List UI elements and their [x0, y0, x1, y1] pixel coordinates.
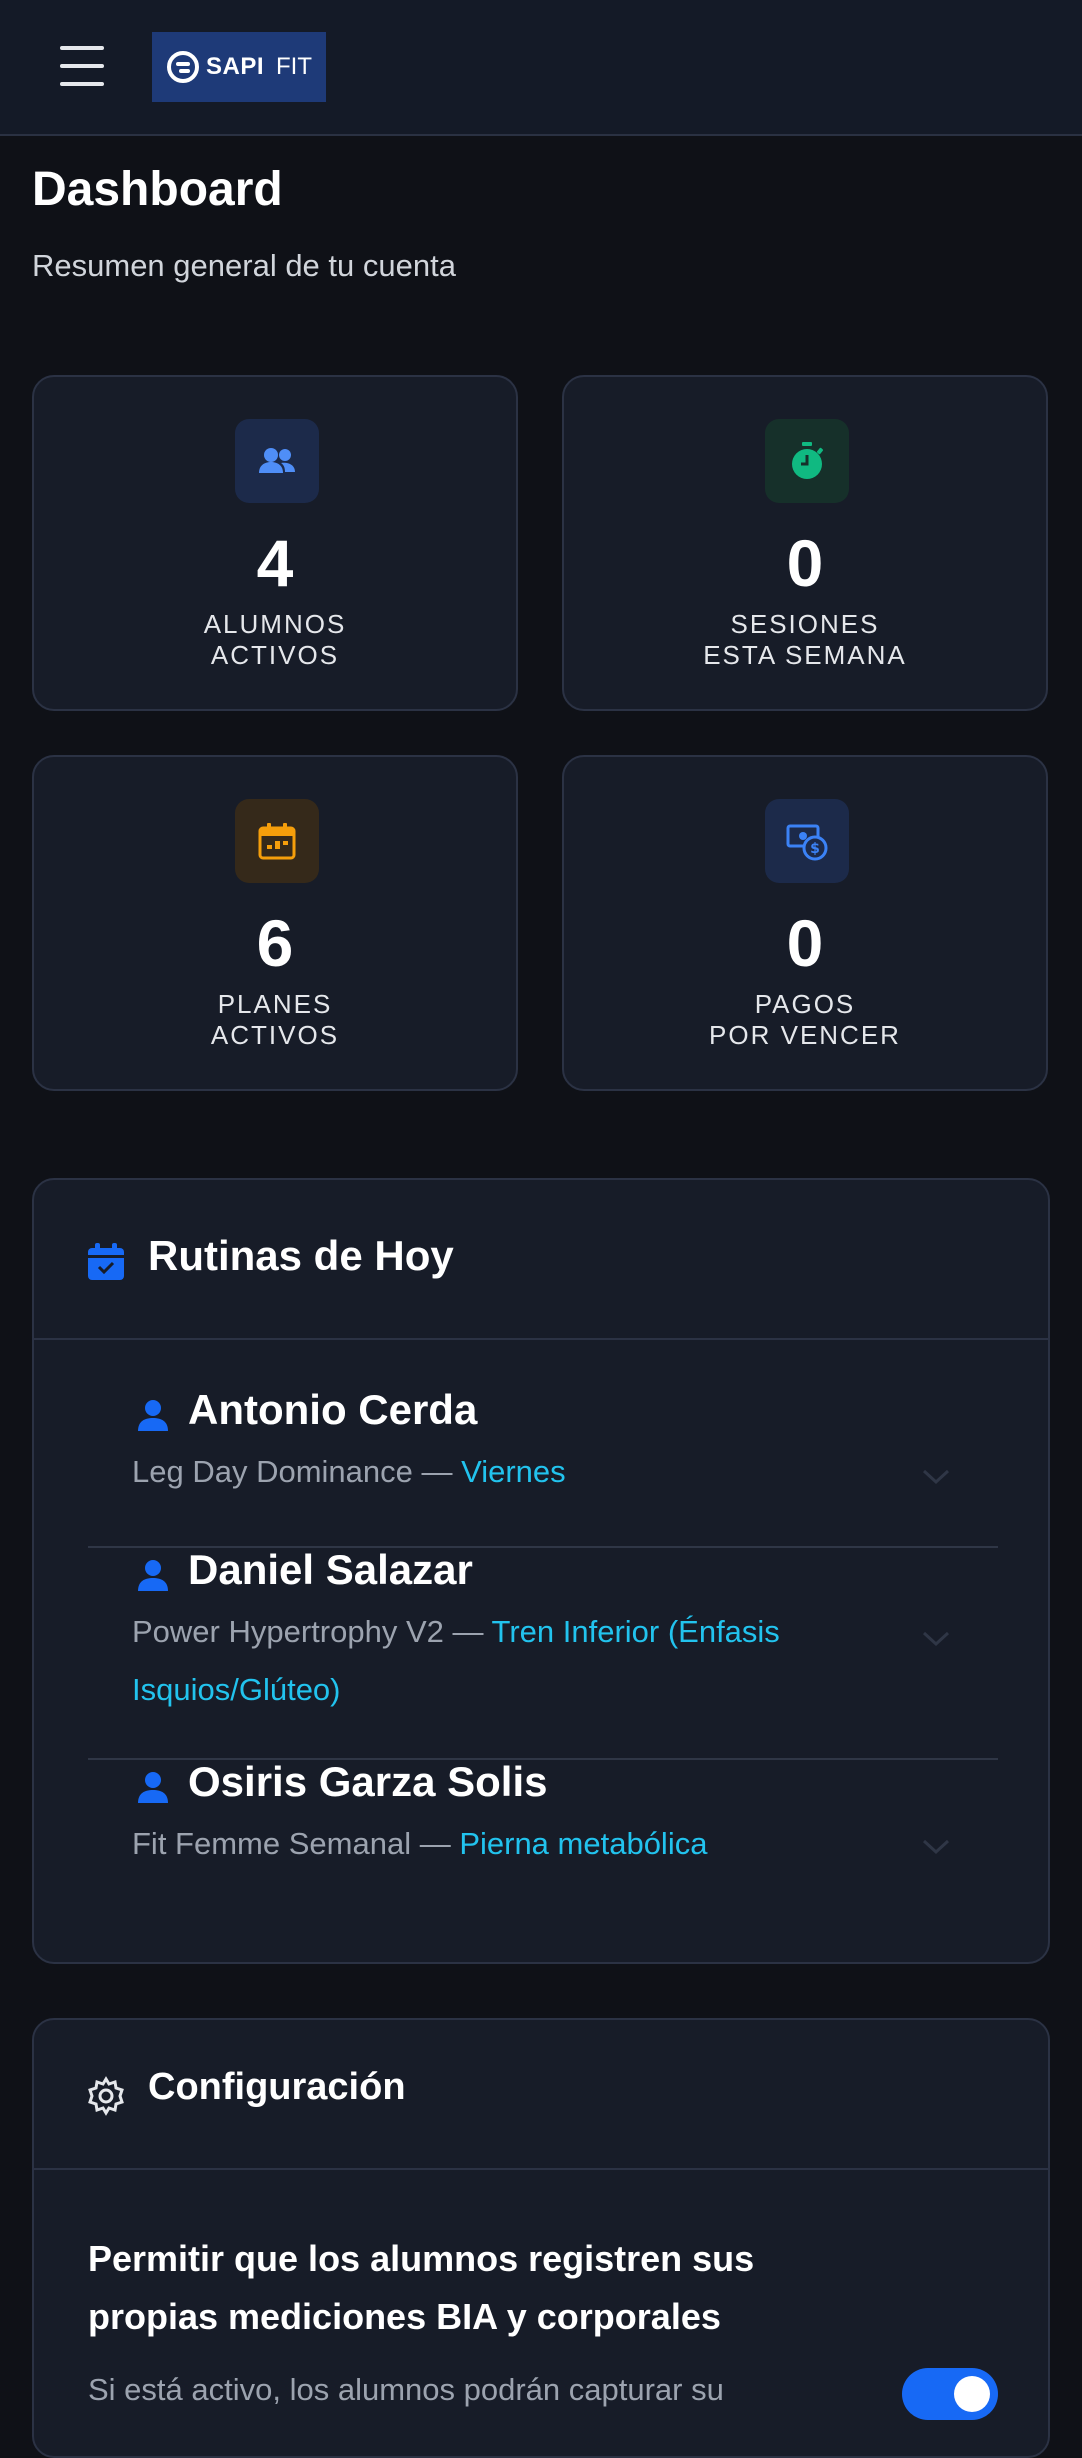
routines-card: Rutinas de Hoy Antonio Cerda Leg Day Dom…: [32, 1178, 1050, 1964]
logo-text-bold: SAPI: [205, 53, 264, 80]
calendar-icon: [235, 799, 319, 883]
routine-student-name: Osiris Garza Solis: [188, 1758, 548, 1805]
stat-label-line2: POR VENCER: [709, 1020, 901, 1050]
calendar-check-icon: [88, 1243, 124, 1280]
bia-option-title: Permitir que los alumnos registren sus p…: [88, 2238, 755, 2337]
config-card-header: Configuración: [34, 2020, 1048, 2170]
stat-label: PLANES ACTIVOS: [34, 989, 516, 1051]
routine-item[interactable]: Antonio Cerda Leg Day Dominance — Vierne…: [88, 1380, 998, 1500]
page-subtitle: Resumen general de tu cuenta: [32, 248, 456, 283]
routine-description: Power Hypertrophy V2 — Tren Inferior (Én…: [132, 1603, 892, 1719]
config-card: Configuración Permitir que los alumnos r…: [32, 2018, 1050, 2458]
stat-card-pagos: $ 0 PAGOS POR VENCER: [562, 755, 1048, 1091]
money-icon: $: [765, 799, 849, 883]
routine-plan: Leg Day Dominance —: [132, 1454, 462, 1489]
logo-icon: [166, 51, 199, 83]
routine-day: Viernes: [461, 1454, 566, 1489]
routine-plan: Power Hypertrophy V2 —: [132, 1614, 492, 1649]
stat-card-alumnos: 4 ALUMNOS ACTIVOS: [32, 375, 518, 711]
routine-day: Pierna metabólica: [459, 1826, 708, 1861]
user-icon: [138, 1560, 168, 1591]
menu-icon[interactable]: [60, 46, 104, 86]
gear-icon: [88, 2076, 124, 2116]
chevron-down-icon[interactable]: [922, 1468, 950, 1486]
user-icon: [138, 1772, 168, 1803]
stat-label-line1: SESIONES: [730, 609, 880, 639]
routines-card-title: Rutinas de Hoy: [148, 1232, 454, 1279]
routine-item[interactable]: Osiris Garza Solis Fit Femme Semanal — P…: [88, 1758, 998, 1892]
stat-value: 0: [786, 906, 824, 980]
stat-value: 0: [786, 526, 824, 600]
stat-value: 4: [256, 526, 294, 600]
bia-toggle[interactable]: [902, 2368, 998, 2420]
routine-plan: Fit Femme Semanal —: [132, 1826, 460, 1861]
stat-card-planes: 6 PLANES ACTIVOS: [32, 755, 518, 1091]
page-title: Dashboard: [32, 163, 283, 216]
routine-description: Fit Femme Semanal — Pierna metabólica: [132, 1815, 892, 1873]
logo-text-light: FIT: [276, 53, 312, 80]
routines-card-header: Rutinas de Hoy: [34, 1180, 1048, 1340]
routine-student-name: Daniel Salazar: [188, 1546, 473, 1593]
stat-label-line1: ALUMNOS: [203, 609, 347, 639]
stat-label-line2: ACTIVOS: [210, 640, 340, 670]
routine-student-name: Antonio Cerda: [188, 1386, 478, 1433]
stopwatch-icon: [765, 419, 849, 503]
stat-label-line2: ESTA SEMANA: [703, 640, 907, 670]
user-icon: [138, 1400, 168, 1431]
stat-value: 6: [256, 906, 294, 980]
chevron-down-icon[interactable]: [922, 1630, 950, 1648]
svg-text:$: $: [810, 841, 820, 857]
users-icon: [235, 419, 319, 503]
config-card-title: Configuración: [148, 2066, 406, 2108]
stat-label-line2: ACTIVOS: [210, 1020, 340, 1050]
stat-label-line1: PLANES: [217, 989, 333, 1019]
stat-label: SESIONES ESTA SEMANA: [564, 609, 1046, 671]
chevron-down-icon[interactable]: [922, 1838, 950, 1856]
top-bar: SAPI FIT: [0, 0, 1082, 136]
routine-description: Leg Day Dominance — Viernes: [132, 1443, 892, 1501]
stat-label: ALUMNOS ACTIVOS: [34, 609, 516, 671]
routine-item[interactable]: Daniel Salazar Power Hypertrophy V2 — Tr…: [88, 1546, 998, 1750]
stat-label: PAGOS POR VENCER: [564, 989, 1046, 1051]
toggle-knob: [954, 2376, 990, 2412]
stat-label-line1: PAGOS: [754, 989, 856, 1019]
stat-card-sesiones: 0 SESIONES ESTA SEMANA: [562, 375, 1048, 711]
app-logo[interactable]: SAPI FIT: [152, 32, 326, 102]
bia-option-description: Si está activo, los alumnos podrán captu…: [88, 2372, 724, 2407]
